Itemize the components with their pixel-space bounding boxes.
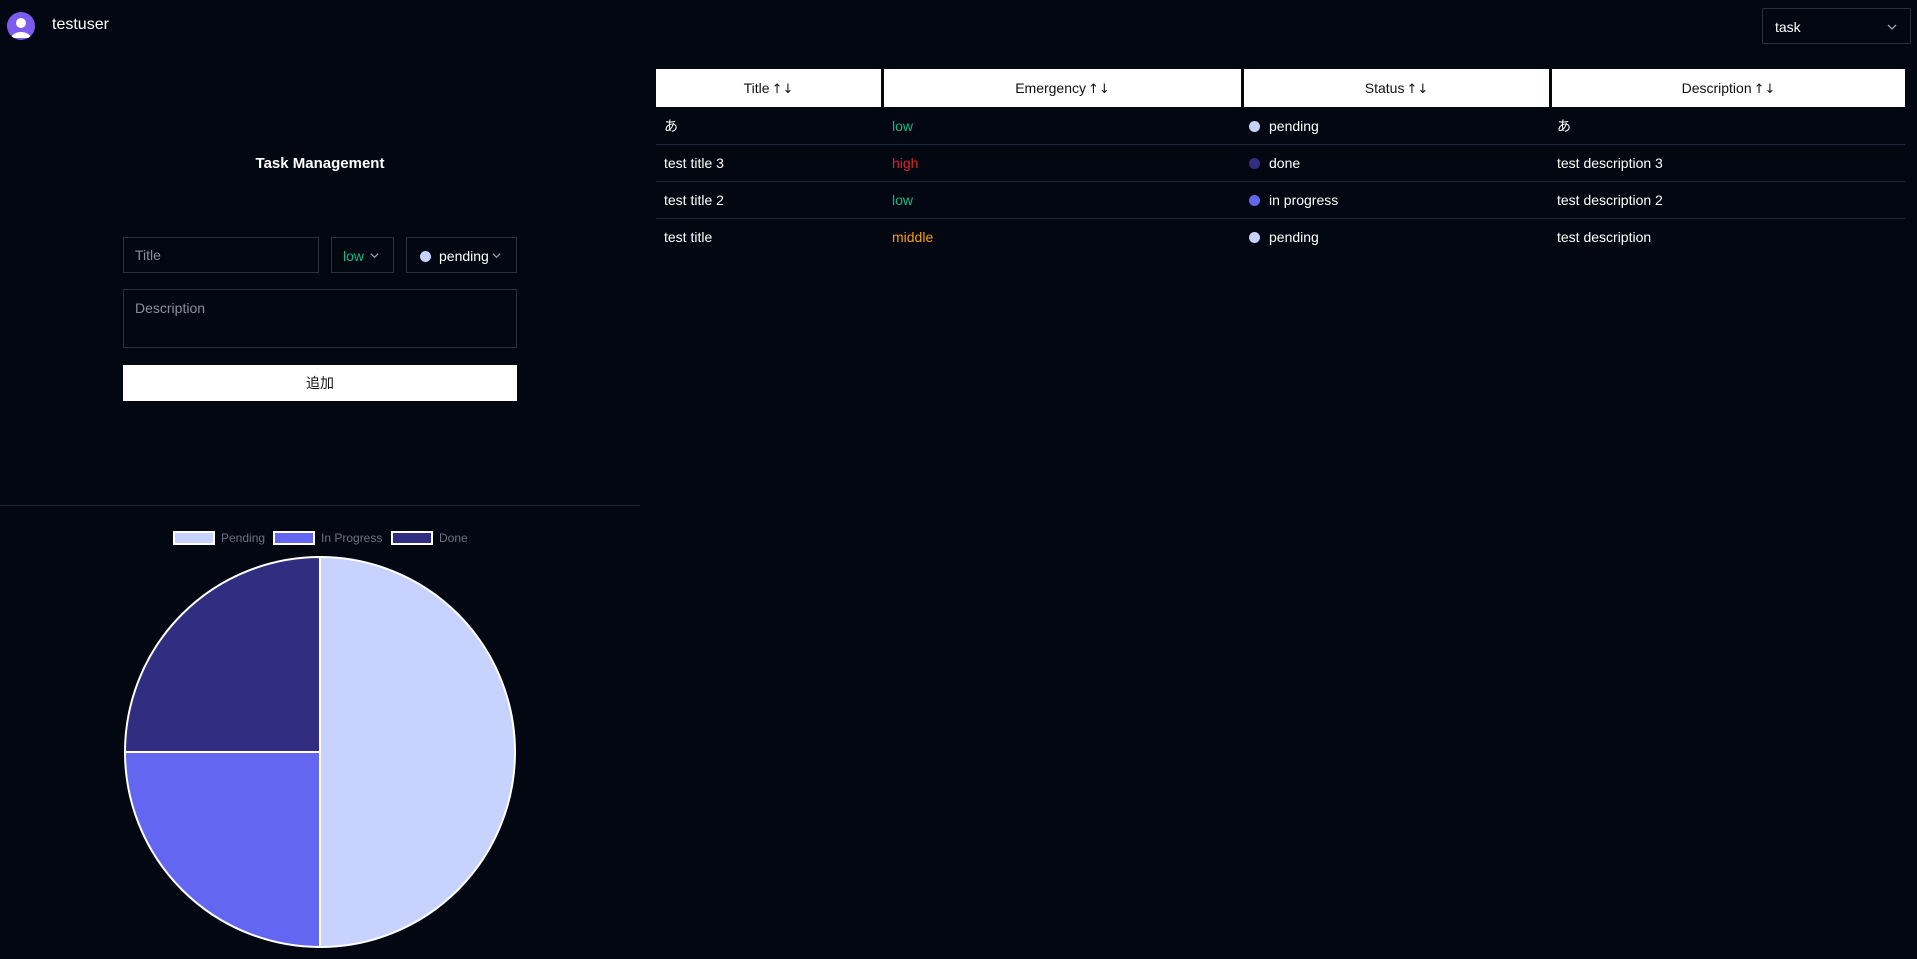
cell-status: done xyxy=(1249,145,1300,182)
cell-status: pending xyxy=(1249,108,1319,145)
legend-label: In Progress xyxy=(321,531,383,545)
add-button[interactable]: 追加 xyxy=(123,365,517,401)
status-label: done xyxy=(1269,155,1301,171)
table-row[interactable]: test title 3 high done test description … xyxy=(656,145,1905,182)
sort-icon: ↑↓ xyxy=(1406,82,1429,97)
cell-title: test title 2 xyxy=(664,192,724,208)
left-panel: Task Management low pending 追加 Pending I… xyxy=(0,52,640,959)
column-header-label: Emergency xyxy=(1015,80,1086,96)
chart-legend: Pending In Progress Done xyxy=(0,529,640,547)
sort-icon: ↑↓ xyxy=(1088,82,1110,97)
status-dot-icon xyxy=(420,251,431,262)
column-header-emergency[interactable]: Emergency ↑↓ xyxy=(884,69,1241,107)
column-header-label: Description xyxy=(1681,80,1752,96)
pie-slice-pending[interactable] xyxy=(319,555,516,949)
chevron-down-icon xyxy=(1887,24,1897,30)
sort-icon: ↑↓ xyxy=(771,82,794,97)
status-select[interactable]: pending xyxy=(406,237,517,273)
cell-description: test description 2 xyxy=(1557,192,1663,208)
status-label: in progress xyxy=(1269,192,1339,208)
column-header-title[interactable]: Title ↑↓ xyxy=(656,69,881,107)
sort-icon: ↑↓ xyxy=(1753,82,1776,97)
cell-status: in progress xyxy=(1249,182,1338,219)
legend-swatch xyxy=(391,531,433,545)
legend-swatch xyxy=(173,531,215,545)
column-header-status[interactable]: Status ↑↓ xyxy=(1244,69,1549,107)
status-pie-chart xyxy=(123,555,516,949)
cell-description: あ xyxy=(1557,118,1571,134)
emergency-select[interactable]: low xyxy=(331,237,394,273)
pie-slice-done[interactable] xyxy=(123,555,321,753)
status-label: pending xyxy=(1269,118,1319,134)
column-header-description[interactable]: Description ↑↓ xyxy=(1552,69,1905,107)
legend-label: Done xyxy=(439,531,468,545)
emergency-select-value: low xyxy=(343,248,365,264)
cell-emergency: middle xyxy=(892,229,934,245)
chevron-down-icon xyxy=(370,253,379,259)
cell-title: あ xyxy=(664,118,678,134)
cell-title: test title 3 xyxy=(664,155,724,171)
cell-emergency: high xyxy=(892,155,919,171)
legend-swatch xyxy=(273,531,315,545)
table-header: Title ↑↓ Emergency ↑↓ Status ↑↓ Description… xyxy=(656,69,1905,107)
username: testuser xyxy=(52,16,109,33)
pie-slice-in-progress[interactable] xyxy=(123,751,321,949)
column-header-label: Title xyxy=(743,80,770,96)
status-dot-icon xyxy=(1249,121,1260,132)
view-select-value: task xyxy=(1775,19,1801,35)
status-label: pending xyxy=(1269,229,1319,245)
status-dot-icon xyxy=(1249,232,1260,243)
cell-description: test description 3 xyxy=(1557,155,1663,171)
status-dot-icon xyxy=(1249,195,1260,206)
cell-emergency: low xyxy=(892,118,914,134)
status-select-value: pending xyxy=(439,248,489,264)
cell-description: test description xyxy=(1557,229,1652,245)
view-select[interactable]: task xyxy=(1762,8,1911,44)
table-row[interactable]: あ low pending あ xyxy=(656,108,1905,145)
cell-status: pending xyxy=(1249,219,1319,256)
app-header: testuser task xyxy=(0,0,1917,52)
page-title: Task Management xyxy=(255,155,385,172)
cell-emergency: low xyxy=(892,192,914,208)
chevron-down-icon xyxy=(492,253,501,259)
divider xyxy=(0,505,640,506)
cell-title: test title xyxy=(664,229,713,245)
column-header-label: Status xyxy=(1364,80,1405,96)
title-input[interactable] xyxy=(123,237,319,273)
table-row[interactable]: test title 2 low in progress test descri… xyxy=(656,182,1905,219)
table-row[interactable]: test title middle pending test descripti… xyxy=(656,219,1905,256)
status-dot-icon xyxy=(1249,158,1260,169)
description-input[interactable] xyxy=(123,289,517,348)
user-avatar-icon[interactable] xyxy=(7,12,35,40)
legend-label: Pending xyxy=(221,531,266,545)
